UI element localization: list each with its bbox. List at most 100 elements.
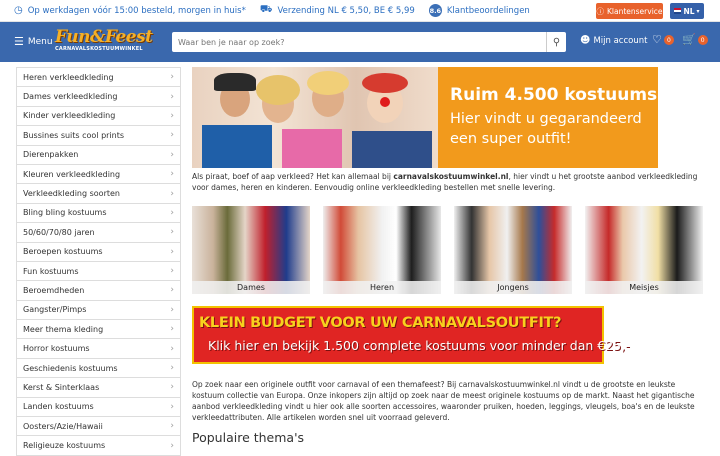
sidebar-item-label: Religieuze kostuums: [23, 441, 106, 451]
chevron-right-icon: ›: [170, 227, 174, 238]
sidebar-item[interactable]: Gangster/Pimps ›: [17, 301, 180, 321]
category-label: Meisjes: [585, 281, 703, 294]
intro-brand-link[interactable]: carnavalskostuumwinkel.nl: [393, 172, 508, 181]
sidebar-item-label: Beroepen kostuums: [23, 247, 103, 257]
sidebar-item[interactable]: Beroemdheden ›: [17, 281, 180, 301]
chevron-right-icon: ›: [170, 110, 174, 121]
search-button[interactable]: ⚲: [546, 32, 566, 52]
clock-icon: ◷: [14, 5, 23, 16]
chevron-right-icon: ›: [170, 72, 174, 83]
wishlist-link[interactable]: ♡ 0: [652, 33, 674, 46]
usp-shipping-text: Verzending NL € 5,50, BE € 5,99: [277, 5, 415, 16]
sidebar-item-label: Dierenpakken: [23, 150, 79, 160]
language-label: NL: [683, 6, 695, 16]
intro-text: Als piraat, boef of aap verkleed? Het ka…: [192, 171, 704, 193]
sidebar-item-label: Landen kostuums: [23, 402, 94, 412]
category-tile-dames[interactable]: Dames: [192, 206, 310, 294]
logo[interactable]: Fun&Feest CARNAVALSKOSTUUMWINKEL: [55, 27, 153, 55]
sidebar-item[interactable]: Meer thema kleding ›: [17, 320, 180, 340]
sidebar-item[interactable]: Landen kostuums ›: [17, 398, 180, 418]
category-tile-meisjes[interactable]: Meisjes: [585, 206, 703, 294]
usp-shipping: ⛟ Verzending NL € 5,50, BE € 5,99: [260, 4, 415, 17]
sidebar-item-label: Bussines suits cool prints: [23, 130, 125, 140]
chevron-right-icon: ›: [170, 91, 174, 102]
info-icon: ⓘ: [596, 6, 604, 16]
usp-delivery-text: Op werkdagen vóór 15:00 besteld, morgen …: [27, 5, 246, 16]
chevron-right-icon: ›: [170, 421, 174, 432]
hero-photo: [192, 67, 438, 168]
category-tile-heren[interactable]: Heren: [323, 206, 441, 294]
sidebar-item-label: Gangster/Pimps: [23, 305, 87, 315]
customer-service-button[interactable]: ⓘ Klantenservice: [596, 3, 663, 19]
chevron-down-icon: ▾: [696, 7, 700, 15]
chevron-right-icon: ›: [170, 130, 174, 141]
sidebar-item-label: Horror kostuums: [23, 344, 90, 354]
sidebar-item[interactable]: Horror kostuums ›: [17, 339, 180, 359]
sidebar-item[interactable]: Verkleedkleding soorten ›: [17, 184, 180, 204]
sidebar-item[interactable]: Kleuren verkleedkleding ›: [17, 165, 180, 185]
sidebar-item-label: Kinder verkleedkleding: [23, 111, 116, 121]
chevron-right-icon: ›: [170, 149, 174, 160]
cart-link[interactable]: 🛒 0: [682, 33, 708, 46]
category-sidebar: Heren verkleedkleding › Dames verkleedkled…: [16, 67, 181, 456]
intro-part1: Als piraat, boef of aap verkleed? Het ka…: [192, 172, 394, 181]
hero-title: Ruim 4.500 kostuums: [450, 85, 658, 105]
account-link[interactable]: ☻ Mijn account: [580, 35, 647, 46]
sidebar-item[interactable]: Beroepen kostuums ›: [17, 243, 180, 262]
sidebar-item-label: Kerst & Sinterklaas: [23, 382, 100, 392]
menu-button[interactable]: ☰ Menu: [14, 35, 53, 48]
budget-banner[interactable]: KLEIN BUDGET VOOR UW CARNAVALSOUTFIT? Kl…: [192, 306, 630, 364]
category-label: Heren: [323, 281, 441, 294]
sidebar-item[interactable]: Fun kostuums ›: [17, 262, 180, 282]
sidebar-item[interactable]: Bussines suits cool prints ›: [17, 126, 180, 146]
sidebar-item-label: Bling bling kostuums: [23, 208, 107, 218]
language-selector[interactable]: NL ▾: [670, 3, 704, 19]
sidebar-item-label: Fun kostuums: [23, 266, 79, 276]
budget-title: KLEIN BUDGET VOOR UW CARNAVALSOUTFIT?: [199, 315, 562, 331]
body-text: Op zoek naar een originele outfit voor c…: [192, 380, 695, 422]
top-bar: ◷ Op werkdagen vóór 15:00 besteld, morge…: [0, 0, 720, 22]
sidebar-item[interactable]: Heren verkleedkleding ›: [17, 68, 180, 88]
chevron-right-icon: ›: [170, 363, 174, 374]
review-score-badge: 8.6: [428, 4, 442, 17]
account-label: Mijn account: [593, 35, 648, 46]
sidebar-item-label: Geschiedenis kostuums: [23, 363, 118, 373]
user-icon: ☻: [580, 35, 591, 46]
heart-icon: ♡: [652, 33, 662, 46]
reviews-text: Klantbeoordelingen: [446, 5, 530, 16]
chevron-right-icon: ›: [170, 440, 174, 451]
search-bar: ⚲: [172, 32, 566, 52]
sidebar-item[interactable]: Dierenpakken ›: [17, 146, 180, 165]
header: ☰ Menu Fun&Feest CARNAVALSKOSTUUMWINKEL …: [0, 22, 720, 62]
sidebar-item[interactable]: Religieuze kostuums ›: [17, 436, 180, 456]
sidebar-item[interactable]: Kerst & Sinterklaas ›: [17, 378, 180, 398]
sidebar-item[interactable]: Oosters/Azie/Hawaii ›: [17, 417, 180, 437]
hero-subtitle: Hier vindt u gegarandeerd een super outf…: [450, 111, 642, 147]
sidebar-item[interactable]: Geschiedenis kostuums ›: [17, 359, 180, 379]
sidebar-item-label: Verkleedkleding soorten: [23, 189, 120, 199]
truck-icon: ⛟: [259, 4, 273, 15]
logo-title: Fun&Feest: [55, 27, 153, 47]
menu-label: Menu: [27, 36, 53, 47]
budget-subtitle: Klik hier en bekijk 1.500 complete kostu…: [208, 338, 630, 353]
sidebar-item-label: 50/60/70/80 jaren: [23, 227, 95, 237]
sidebar-item[interactable]: 50/60/70/80 jaren ›: [17, 223, 180, 243]
customer-service-label: Klantenservice: [606, 6, 663, 16]
wishlist-count: 0: [663, 35, 674, 45]
chevron-right-icon: ›: [170, 169, 174, 180]
section-title: Populaire thema's: [192, 430, 305, 445]
hero-banner[interactable]: Ruim 4.500 kostuums Hier vindt u gegaran…: [192, 67, 658, 168]
chevron-right-icon: ›: [170, 188, 174, 199]
hamburger-icon: ☰: [14, 35, 24, 48]
sidebar-item[interactable]: Kinder verkleedkleding ›: [17, 107, 180, 127]
cart-icon: 🛒: [682, 33, 696, 46]
search-input[interactable]: [172, 32, 546, 52]
sidebar-item[interactable]: Bling bling kostuums ›: [17, 204, 180, 224]
logo-subtitle: CARNAVALSKOSTUUMWINKEL: [55, 46, 143, 52]
reviews-link[interactable]: 8.6 Klantbeoordelingen: [428, 4, 530, 17]
sidebar-item-label: Dames verkleedkleding: [23, 92, 118, 102]
sidebar-item[interactable]: Dames verkleedkleding ›: [17, 87, 180, 107]
category-tile-jongens[interactable]: Jongens: [454, 206, 572, 294]
chevron-right-icon: ›: [170, 343, 174, 354]
sidebar-item-label: Meer thema kleding: [23, 324, 104, 334]
